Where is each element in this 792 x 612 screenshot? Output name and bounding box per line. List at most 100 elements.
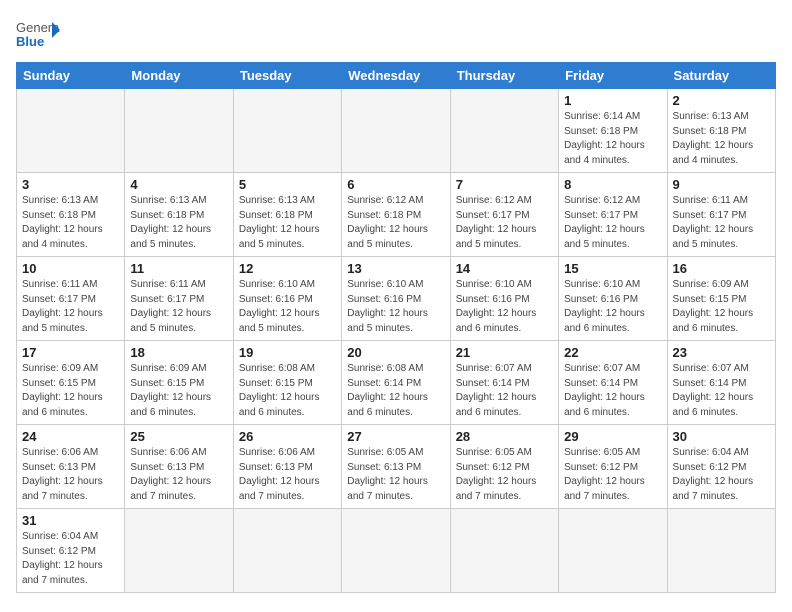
day-number: 31 (22, 513, 119, 528)
day-cell (125, 89, 233, 173)
day-number: 14 (456, 261, 553, 276)
day-number: 8 (564, 177, 661, 192)
day-cell (17, 89, 125, 173)
day-cell: 3 Sunrise: 6:13 AM Sunset: 6:18 PM Daylig… (17, 173, 125, 257)
day-number: 5 (239, 177, 336, 192)
day-cell: 7 Sunrise: 6:12 AM Sunset: 6:17 PM Daylig… (450, 173, 558, 257)
day-info: Sunrise: 6:05 AM Sunset: 6:13 PM Dayligh… (347, 446, 444, 504)
day-info: Sunrise: 6:13 AM Sunset: 6:18 PM Dayligh… (239, 194, 336, 252)
day-number: 26 (239, 429, 336, 444)
day-cell: 18Sunrise: 6:09 AM Sunset: 6:15 PM Dayli… (125, 341, 233, 425)
day-info: Sunrise: 6:10 AM Sunset: 6:16 PM Dayligh… (347, 278, 444, 336)
week-row-1: 3 Sunrise: 6:13 AM Sunset: 6:18 PM Daylig… (17, 173, 776, 257)
day-cell: 24 Sunrise: 6:06 AM Sunset: 6:13 PM Dayli… (17, 425, 125, 509)
day-info: Sunrise: 6:10 AM Sunset: 6:16 PM Dayligh… (564, 278, 661, 336)
logo: General Blue (16, 16, 60, 52)
day-cell (125, 509, 233, 593)
day-number: 28 (456, 429, 553, 444)
day-info: Sunrise: 6:10 AM Sunset: 6:16 PM Dayligh… (239, 278, 336, 336)
day-cell: 9Sunrise: 6:11 AM Sunset: 6:17 PM Daylig… (667, 173, 775, 257)
day-number: 21 (456, 345, 553, 360)
day-cell: 16Sunrise: 6:09 AM Sunset: 6:15 PM Dayli… (667, 257, 775, 341)
day-info: Sunrise: 6:14 AM Sunset: 6:18 PM Dayligh… (564, 110, 661, 168)
day-info: Sunrise: 6:05 AM Sunset: 6:12 PM Dayligh… (456, 446, 553, 504)
day-info: Sunrise: 6:12 AM Sunset: 6:17 PM Dayligh… (564, 194, 661, 252)
col-header-friday: Friday (559, 63, 667, 89)
col-header-tuesday: Tuesday (233, 63, 341, 89)
day-number: 7 (456, 177, 553, 192)
day-cell: 10 Sunrise: 6:11 AM Sunset: 6:17 PM Dayli… (17, 257, 125, 341)
col-header-thursday: Thursday (450, 63, 558, 89)
day-info: Sunrise: 6:09 AM Sunset: 6:15 PM Dayligh… (22, 362, 119, 420)
day-number: 15 (564, 261, 661, 276)
day-number: 12 (239, 261, 336, 276)
day-cell: 13 Sunrise: 6:10 AM Sunset: 6:16 PM Dayli… (342, 257, 450, 341)
day-number: 3 (22, 177, 119, 192)
svg-text:Blue: Blue (16, 34, 44, 49)
day-info: Sunrise: 6:13 AM Sunset: 6:18 PM Dayligh… (22, 194, 119, 252)
day-info: Sunrise: 6:06 AM Sunset: 6:13 PM Dayligh… (22, 446, 119, 504)
day-cell: 25Sunrise: 6:06 AM Sunset: 6:13 PM Dayli… (125, 425, 233, 509)
day-info: Sunrise: 6:12 AM Sunset: 6:17 PM Dayligh… (456, 194, 553, 252)
day-cell: 12 Sunrise: 6:10 AM Sunset: 6:16 PM Dayli… (233, 257, 341, 341)
day-cell: 2 Sunrise: 6:13 AM Sunset: 6:18 PM Daylig… (667, 89, 775, 173)
day-info: Sunrise: 6:12 AM Sunset: 6:18 PM Dayligh… (347, 194, 444, 252)
week-row-4: 24 Sunrise: 6:06 AM Sunset: 6:13 PM Dayli… (17, 425, 776, 509)
day-cell: 23Sunrise: 6:07 AM Sunset: 6:14 PM Dayli… (667, 341, 775, 425)
day-cell: 8 Sunrise: 6:12 AM Sunset: 6:17 PM Daylig… (559, 173, 667, 257)
day-number: 22 (564, 345, 661, 360)
day-info: Sunrise: 6:04 AM Sunset: 6:12 PM Dayligh… (673, 446, 770, 504)
day-number: 6 (347, 177, 444, 192)
day-number: 13 (347, 261, 444, 276)
day-cell (233, 89, 341, 173)
day-cell: 4Sunrise: 6:13 AM Sunset: 6:18 PM Daylig… (125, 173, 233, 257)
day-cell: 15 Sunrise: 6:10 AM Sunset: 6:16 PM Dayli… (559, 257, 667, 341)
day-cell (342, 509, 450, 593)
day-number: 24 (22, 429, 119, 444)
day-info: Sunrise: 6:06 AM Sunset: 6:13 PM Dayligh… (239, 446, 336, 504)
day-number: 20 (347, 345, 444, 360)
day-number: 19 (239, 345, 336, 360)
day-cell: 11 Sunrise: 6:11 AM Sunset: 6:17 PM Dayli… (125, 257, 233, 341)
day-info: Sunrise: 6:11 AM Sunset: 6:17 PM Dayligh… (22, 278, 119, 336)
day-number: 27 (347, 429, 444, 444)
week-row-2: 10 Sunrise: 6:11 AM Sunset: 6:17 PM Dayli… (17, 257, 776, 341)
day-cell: 26 Sunrise: 6:06 AM Sunset: 6:13 PM Dayli… (233, 425, 341, 509)
week-row-5: 31Sunrise: 6:04 AM Sunset: 6:12 PM Dayli… (17, 509, 776, 593)
day-info: Sunrise: 6:10 AM Sunset: 6:16 PM Dayligh… (456, 278, 553, 336)
day-info: Sunrise: 6:07 AM Sunset: 6:14 PM Dayligh… (456, 362, 553, 420)
col-header-saturday: Saturday (667, 63, 775, 89)
col-header-wednesday: Wednesday (342, 63, 450, 89)
day-cell (450, 89, 558, 173)
day-cell (342, 89, 450, 173)
day-number: 30 (673, 429, 770, 444)
day-cell: 29Sunrise: 6:05 AM Sunset: 6:12 PM Dayli… (559, 425, 667, 509)
day-cell: 21 Sunrise: 6:07 AM Sunset: 6:14 PM Dayli… (450, 341, 558, 425)
day-info: Sunrise: 6:08 AM Sunset: 6:15 PM Dayligh… (239, 362, 336, 420)
day-number: 23 (673, 345, 770, 360)
calendar-table: SundayMondayTuesdayWednesdayThursdayFrid… (16, 62, 776, 593)
day-number: 16 (673, 261, 770, 276)
col-header-sunday: Sunday (17, 63, 125, 89)
day-cell: 6 Sunrise: 6:12 AM Sunset: 6:18 PM Daylig… (342, 173, 450, 257)
day-cell: 17Sunrise: 6:09 AM Sunset: 6:15 PM Dayli… (17, 341, 125, 425)
day-cell: 19 Sunrise: 6:08 AM Sunset: 6:15 PM Dayli… (233, 341, 341, 425)
day-number: 10 (22, 261, 119, 276)
logo-svg: General Blue (16, 16, 60, 52)
day-number: 2 (673, 93, 770, 108)
day-number: 11 (130, 261, 227, 276)
day-info: Sunrise: 6:11 AM Sunset: 6:17 PM Dayligh… (673, 194, 770, 252)
day-cell: 14 Sunrise: 6:10 AM Sunset: 6:16 PM Dayli… (450, 257, 558, 341)
day-cell: 28 Sunrise: 6:05 AM Sunset: 6:12 PM Dayli… (450, 425, 558, 509)
day-cell: 27 Sunrise: 6:05 AM Sunset: 6:13 PM Dayli… (342, 425, 450, 509)
day-cell: 22Sunrise: 6:07 AM Sunset: 6:14 PM Dayli… (559, 341, 667, 425)
day-cell: 5 Sunrise: 6:13 AM Sunset: 6:18 PM Daylig… (233, 173, 341, 257)
day-info: Sunrise: 6:06 AM Sunset: 6:13 PM Dayligh… (130, 446, 227, 504)
day-info: Sunrise: 6:11 AM Sunset: 6:17 PM Dayligh… (130, 278, 227, 336)
day-cell: 1Sunrise: 6:14 AM Sunset: 6:18 PM Daylig… (559, 89, 667, 173)
day-info: Sunrise: 6:13 AM Sunset: 6:18 PM Dayligh… (673, 110, 770, 168)
day-cell (233, 509, 341, 593)
day-cell: 30 Sunrise: 6:04 AM Sunset: 6:12 PM Dayli… (667, 425, 775, 509)
day-number: 18 (130, 345, 227, 360)
day-number: 29 (564, 429, 661, 444)
